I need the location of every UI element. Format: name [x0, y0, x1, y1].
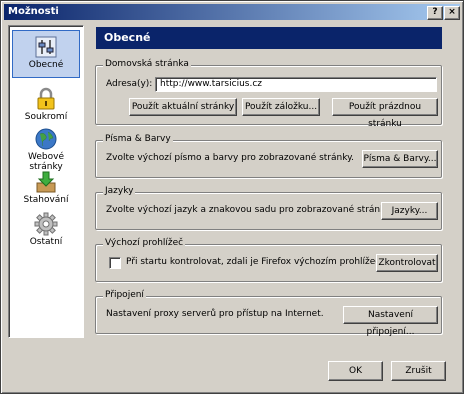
- fonts-colors-group: Písma & Barvy Zvolte výchozí písmo a bar…: [95, 134, 442, 178]
- sidebar-item-label: Ostatní: [29, 237, 63, 247]
- sidebar-item-label: Soukromí: [24, 112, 68, 122]
- globe-icon: [35, 128, 57, 150]
- panel-header: Obecné: [96, 27, 442, 49]
- settings-panel: Obecné Domovská stránka Adresa(y): http:…: [94, 25, 446, 337]
- help-button[interactable]: ?: [427, 6, 443, 20]
- close-button[interactable]: ×: [444, 6, 460, 20]
- languages-button[interactable]: Jazyky...: [381, 202, 438, 220]
- sidebar-item-websites[interactable]: Webové stránky: [12, 123, 80, 172]
- general-icon: [35, 36, 57, 58]
- title-bar: Možnosti ? ×: [4, 4, 460, 20]
- window-title: Možnosti: [8, 6, 59, 17]
- connection-group: Připojení Nastavení proxy serverů pro př…: [95, 290, 442, 337]
- category-sidebar: Obecné Soukromí Webové stránky Stahování: [8, 25, 84, 338]
- connection-settings-button[interactable]: Nastavení připojení...: [343, 306, 438, 337]
- sidebar-item-label: Stahování: [23, 195, 69, 205]
- sidebar-item-general[interactable]: Obecné: [12, 30, 80, 78]
- homepage-address-input[interactable]: http://www.tarsicius.cz: [155, 77, 437, 92]
- use-bookmark-button[interactable]: Použít záložku...: [242, 98, 320, 116]
- languages-group-label: Jazyky: [103, 186, 136, 196]
- fonts-colors-description: Zvolte výchozí písmo a barvy pro zobrazo…: [106, 153, 355, 163]
- check-now-button[interactable]: Zkontrolovat: [376, 254, 438, 272]
- options-dialog: Možnosti ? × Obecné Soukromí Webové strá…: [0, 0, 464, 394]
- use-current-pages-button[interactable]: Použít aktuální stránky: [129, 98, 237, 116]
- gear-icon: [34, 212, 58, 236]
- connection-description: Nastavení proxy serverů pro přístup na I…: [106, 309, 324, 319]
- cancel-button[interactable]: Zrušit: [391, 361, 446, 381]
- address-label: Adresa(y):: [106, 79, 153, 89]
- panel-title: Obecné: [104, 31, 151, 44]
- sidebar-item-label: Obecné: [28, 60, 64, 70]
- default-browser-group: Výchozí prohlížeč Při startu kontrolovat…: [95, 238, 442, 282]
- download-icon: [36, 171, 56, 193]
- check-default-browser-checkbox[interactable]: [109, 257, 121, 269]
- connection-group-label: Připojení: [103, 290, 146, 300]
- default-browser-group-label: Výchozí prohlížeč: [103, 238, 186, 248]
- homepage-group-label: Domovská stránka: [103, 59, 191, 69]
- fonts-colors-button[interactable]: Písma & Barvy...: [362, 150, 438, 168]
- homepage-group: Domovská stránka Adresa(y): http://www.t…: [95, 59, 442, 129]
- sidebar-item-downloads[interactable]: Stahování: [12, 166, 80, 214]
- use-blank-page-button[interactable]: Použít prázdnou stránku: [332, 98, 438, 129]
- sidebar-item-other[interactable]: Ostatní: [12, 208, 80, 256]
- fonts-colors-group-label: Písma & Barvy: [103, 134, 173, 144]
- languages-description: Zvolte výchozí jazyk a znakovou sadu pro…: [106, 205, 392, 215]
- languages-group: Jazyky Zvolte výchozí jazyk a znakovou s…: [95, 186, 442, 230]
- check-default-browser-label: Při startu kontrolovat, zdali je Firefox…: [126, 257, 398, 267]
- ok-button[interactable]: OK: [328, 361, 383, 381]
- privacy-lock-icon: [37, 87, 55, 110]
